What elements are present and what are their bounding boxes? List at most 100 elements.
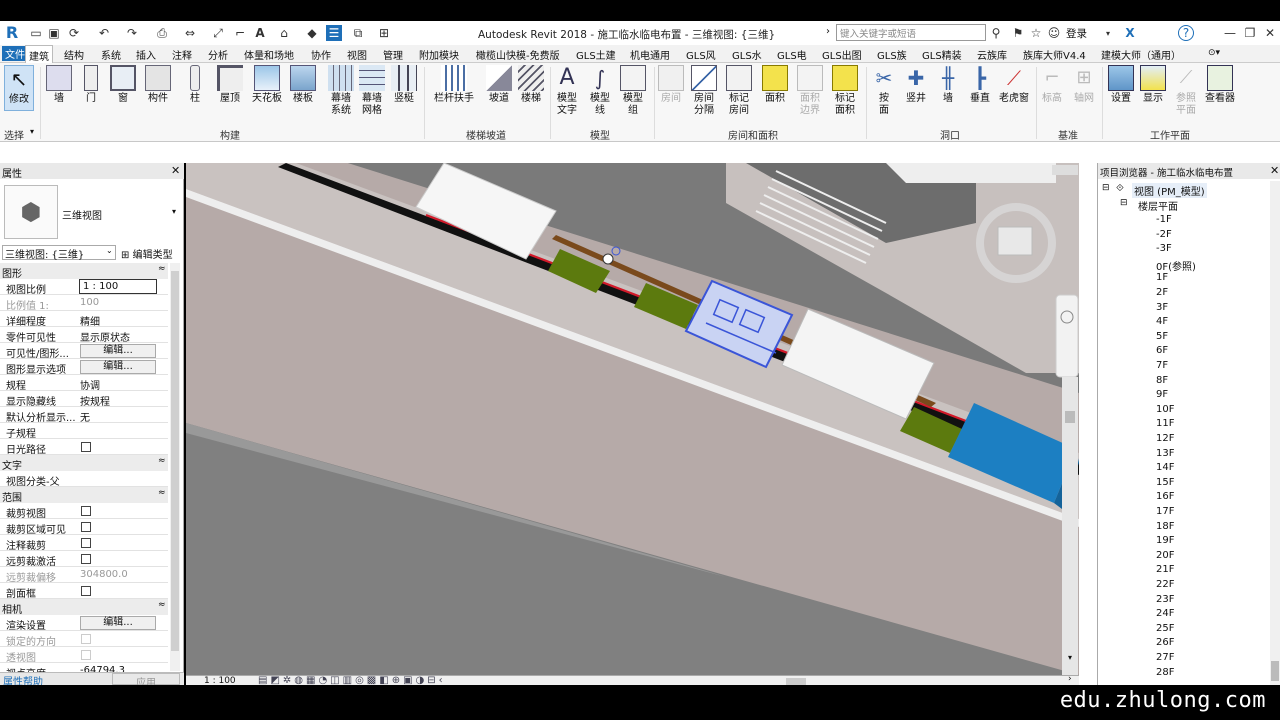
mullion-button[interactable]: 竖梃: [390, 65, 418, 105]
tag-area-button[interactable]: 标记 面积: [828, 65, 862, 117]
tab-massing-site[interactable]: 体量和场地: [244, 47, 294, 62]
row-parts-visibility[interactable]: 零件可见性 显示原状态: [0, 327, 168, 344]
browser-level-item[interactable]: -1F: [1156, 214, 1172, 225]
close-browser-icon[interactable]: ✕: [1270, 164, 1279, 177]
floor-button[interactable]: 楼板: [288, 65, 318, 105]
area-button[interactable]: 面积: [760, 65, 790, 105]
row-hidden-lines[interactable]: 显示隐藏线 按规程: [0, 391, 168, 408]
stair-button[interactable]: 楼梯: [516, 65, 546, 105]
sun-path-checkbox[interactable]: [81, 442, 91, 452]
crop-view-checkbox[interactable]: [81, 506, 91, 516]
thin-lines-icon[interactable]: ☰: [326, 25, 342, 41]
login-link[interactable]: 登录: [1066, 26, 1087, 41]
annotation-crop-checkbox[interactable]: [81, 538, 91, 548]
tab-manage[interactable]: 管理: [383, 47, 403, 62]
model-line-button[interactable]: ∫ 模型 线: [586, 65, 614, 117]
model-text-button[interactable]: A 模型 文字: [552, 65, 582, 117]
collapse-camera-icon[interactable]: ≈: [158, 600, 166, 610]
tab-gls-finish[interactable]: GLS精装: [922, 47, 962, 62]
binoculars-icon[interactable]: ⚲: [988, 25, 1004, 41]
hidden-lines-value[interactable]: 按规程: [80, 393, 110, 408]
ceiling-button[interactable]: 天花板: [250, 65, 284, 105]
browser-level-item[interactable]: 9F: [1156, 389, 1168, 400]
collapse-extents-icon[interactable]: ≈: [158, 488, 166, 498]
tab-modeling-master[interactable]: 建模大师（通用）: [1101, 47, 1181, 62]
tab-gls-elec[interactable]: GLS电: [777, 47, 807, 62]
viewport-scroll-thumb[interactable]: [1065, 411, 1075, 423]
browser-level-item[interactable]: 10F: [1156, 404, 1174, 415]
roof-button[interactable]: 屋顶: [214, 65, 246, 105]
print-icon[interactable]: ⎙: [154, 25, 170, 41]
browser-level-item[interactable]: 3F: [1156, 302, 1168, 313]
browser-level-item[interactable]: 8F: [1156, 375, 1168, 386]
browser-level-item[interactable]: 17F: [1156, 506, 1174, 517]
grid-button[interactable]: ⊞ 轴网: [1070, 65, 1098, 105]
browser-level-item[interactable]: 5F: [1156, 331, 1168, 342]
browser-level-item[interactable]: 4F: [1156, 316, 1168, 327]
row-analysis-display[interactable]: 默认分析显示... 无: [0, 407, 168, 424]
tag-room-button[interactable]: 标记 房间: [722, 65, 756, 117]
browser-level-item[interactable]: 13F: [1156, 448, 1174, 459]
graphic-display-edit-button[interactable]: 编辑...: [80, 360, 156, 374]
text-icon[interactable]: A: [252, 25, 268, 41]
browser-level-item[interactable]: 6F: [1156, 345, 1168, 356]
tab-structure[interactable]: 结构: [64, 47, 84, 62]
browser-level-item[interactable]: 19F: [1156, 535, 1174, 546]
minimize-icon[interactable]: —: [1222, 25, 1238, 41]
open-icon[interactable]: ▭: [28, 25, 44, 41]
browser-level-item[interactable]: 25F: [1156, 623, 1174, 634]
by-face-button[interactable]: ✂ 按 面: [870, 65, 898, 117]
browser-scrollbar[interactable]: [1270, 181, 1280, 685]
row-view-category-parent[interactable]: 视图分类-父: [0, 471, 168, 488]
3d-view-icon[interactable]: ⌂: [276, 25, 292, 41]
floor-plans-group[interactable]: 楼层平面: [1138, 198, 1178, 213]
favorites-icon[interactable]: ☆: [1028, 25, 1044, 41]
scroll-right-icon[interactable]: ›: [1068, 674, 1072, 684]
detail-level-value[interactable]: 精细: [80, 313, 100, 328]
set-workplane-button[interactable]: 设置: [1106, 65, 1136, 105]
section-text[interactable]: 文字: [0, 455, 168, 472]
subscription-icon[interactable]: ⚑: [1010, 25, 1026, 41]
modify-button[interactable]: ↖ 修改: [4, 65, 34, 111]
viewport-vertical-scrollbar[interactable]: [1062, 377, 1078, 675]
browser-level-item[interactable]: 22F: [1156, 579, 1174, 590]
wall-opening-button[interactable]: ╫ 墙: [934, 65, 962, 105]
tab-annotate[interactable]: 注释: [172, 47, 192, 62]
browser-level-item[interactable]: 2F: [1156, 287, 1168, 298]
section-box-checkbox[interactable]: [81, 586, 91, 596]
browser-level-item[interactable]: 16F: [1156, 491, 1174, 502]
column-button[interactable]: 柱: [180, 65, 210, 105]
tab-addins[interactable]: 附加模块: [419, 47, 459, 62]
browser-root[interactable]: 视图 (PM_模型): [1132, 183, 1207, 198]
show-workplane-button[interactable]: 显示: [1138, 65, 1168, 105]
render-settings-edit-button[interactable]: 编辑...: [80, 616, 156, 630]
browser-level-item[interactable]: 0F(参照): [1156, 258, 1196, 273]
door-button[interactable]: 门: [78, 65, 104, 105]
scroll-down-icon[interactable]: ▾: [1068, 653, 1072, 662]
room-button[interactable]: 房间: [656, 65, 686, 105]
browser-level-item[interactable]: 7F: [1156, 360, 1168, 371]
section-camera[interactable]: 相机: [0, 599, 168, 616]
tab-mep-general[interactable]: 机电通用: [630, 47, 670, 62]
tab-gls-hvac[interactable]: GLS风: [686, 47, 716, 62]
tab-insert[interactable]: 插入: [136, 47, 156, 62]
tab-systems[interactable]: 系统: [101, 47, 121, 62]
switch-windows-icon[interactable]: ⊞: [376, 25, 392, 41]
browser-level-item[interactable]: 18F: [1156, 521, 1174, 532]
apply-button[interactable]: 应用: [112, 673, 180, 689]
area-boundary-button[interactable]: 面积 边界: [794, 65, 826, 117]
parts-visibility-value[interactable]: 显示原状态: [80, 329, 130, 344]
ref-plane-button[interactable]: ⟋ 参照 平面: [1170, 65, 1202, 117]
help-icon[interactable]: ?: [1178, 25, 1194, 41]
row-detail-level[interactable]: 详细程度 精细: [0, 311, 168, 328]
discipline-value[interactable]: 协调: [80, 377, 100, 392]
user-icon[interactable]: ☺: [1046, 25, 1062, 41]
browser-level-item[interactable]: 11F: [1156, 418, 1174, 429]
browser-scroll-thumb[interactable]: [1271, 661, 1279, 681]
row-discipline[interactable]: 规程 协调: [0, 375, 168, 392]
instance-selector[interactable]: 三维视图: {三维}: [2, 245, 116, 261]
tab-cloud-library[interactable]: 云族库: [977, 47, 1007, 62]
tab-gls-drawing[interactable]: GLS出图: [822, 47, 862, 62]
browser-level-item[interactable]: 28F: [1156, 667, 1174, 678]
properties-scrollbar[interactable]: [170, 263, 180, 671]
